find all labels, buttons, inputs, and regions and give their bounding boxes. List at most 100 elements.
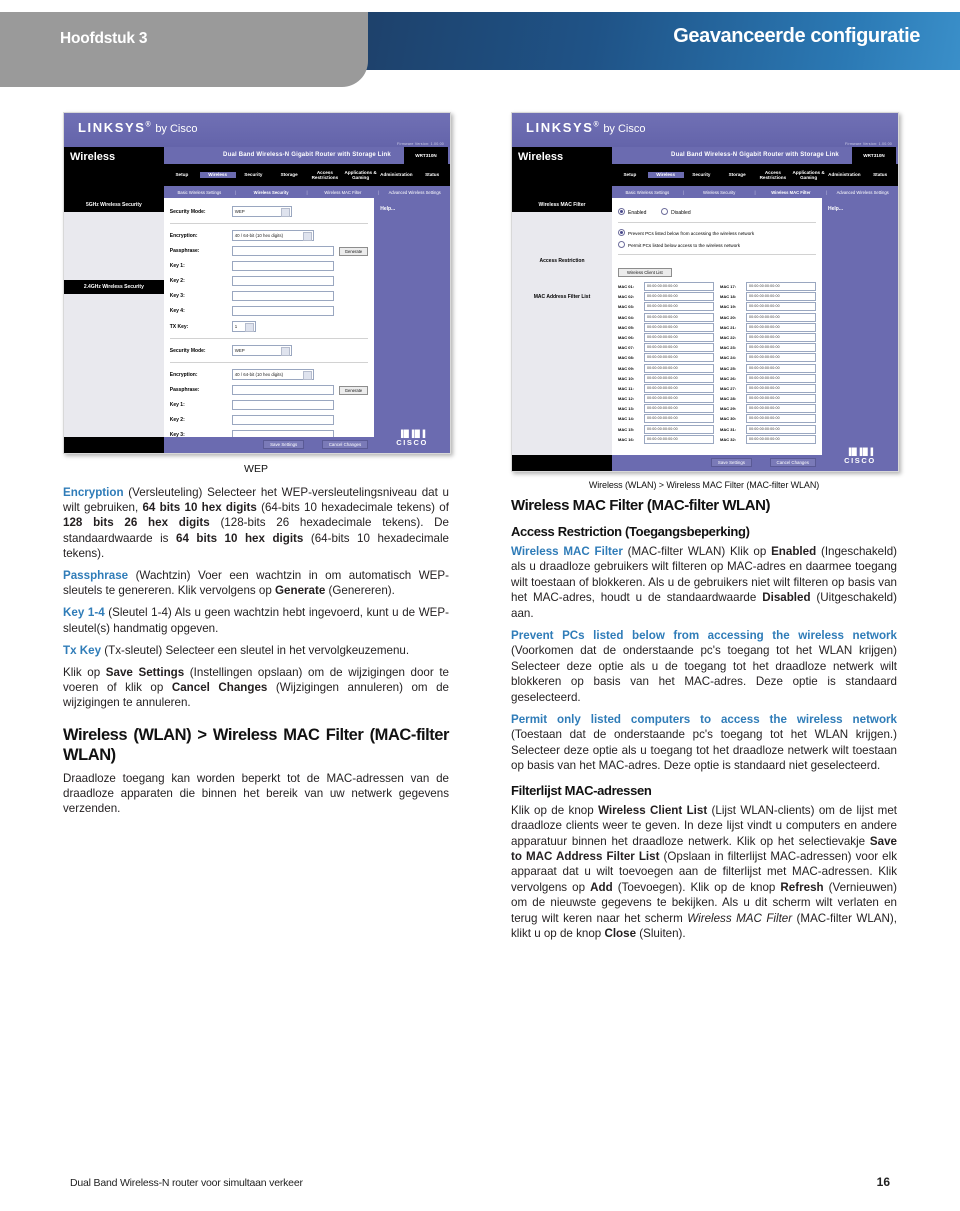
router-tab-access-restrictions-2[interactable]: Access Restrictions bbox=[755, 170, 791, 181]
help-link[interactable]: Help... bbox=[374, 198, 450, 212]
save-settings-button-2[interactable]: Save Settings bbox=[710, 458, 752, 467]
save-settings-button[interactable]: Save Settings bbox=[263, 440, 305, 449]
mac-input[interactable]: 00:00:00:00:00:00 bbox=[746, 373, 816, 383]
mac-input[interactable]: 00:00:00:00:00:00 bbox=[746, 434, 816, 444]
security-mode-select-24g[interactable]: WEP bbox=[231, 345, 292, 356]
mac-address-grid: MAC 01: 00:00:00:00:00:00 MAC 02: 00:00:00… bbox=[618, 282, 816, 445]
router-subtab-basic-wireless[interactable]: Basic Wireless Settings bbox=[164, 190, 235, 195]
router-section-title-2: Wireless bbox=[518, 151, 564, 163]
router-tab-setup-2[interactable]: Setup bbox=[612, 172, 648, 177]
mac-input[interactable]: 00:00:00:00:00:00 bbox=[644, 322, 714, 332]
enable-radio-group[interactable]: Enabled Disabled bbox=[618, 208, 816, 216]
router-tab-wireless-2[interactable]: Wireless bbox=[647, 172, 684, 178]
encryption-select-5g[interactable]: 40 / 64-bit (10 hex digits) bbox=[231, 230, 314, 241]
router-tab-administration[interactable]: Administration bbox=[379, 172, 415, 177]
router-help-panel: Help... ▐█▐█▐ CISCO bbox=[374, 198, 450, 453]
router-subtab-wireless-security[interactable]: Wireless Security bbox=[236, 190, 307, 195]
radio-disabled-icon[interactable] bbox=[661, 208, 669, 215]
key4-input-5g[interactable] bbox=[231, 306, 334, 316]
help-link-2[interactable]: Help... bbox=[822, 198, 898, 212]
router-tabs[interactable]: Setup Wireless Security Storage Access R… bbox=[164, 164, 450, 186]
router-tab-security-2[interactable]: Security bbox=[684, 172, 720, 177]
radio-enabled-icon[interactable] bbox=[618, 208, 625, 215]
mac-input[interactable]: 00:00:00:00:00:00 bbox=[644, 404, 714, 414]
cancel-changes-button-2[interactable]: Cancel Changes bbox=[769, 458, 816, 467]
mac-input[interactable]: 00:00:00:00:00:00 bbox=[644, 292, 714, 302]
key2-input-5g[interactable] bbox=[231, 276, 334, 286]
router-tab-security[interactable]: Security bbox=[236, 172, 272, 177]
radio-prevent-icon[interactable] bbox=[618, 229, 625, 236]
router-tabs-2[interactable]: Setup Wireless Security Storage Access R… bbox=[612, 164, 898, 186]
mac-input[interactable]: 00:00:00:00:00:00 bbox=[746, 414, 816, 424]
router-tab-access-restrictions[interactable]: Access Restrictions bbox=[307, 170, 343, 181]
router-subtab-mac-filter[interactable]: Wireless MAC Filter bbox=[308, 190, 379, 195]
mac-input[interactable]: 00:00:00:00:00:00 bbox=[644, 363, 714, 373]
router-tab-applications-gaming-2[interactable]: Applications & Gaming bbox=[791, 170, 827, 181]
router-tab-storage-2[interactable]: Storage bbox=[719, 172, 755, 177]
router-tab-setup[interactable]: Setup bbox=[164, 172, 200, 177]
mac-input[interactable]: 00:00:00:00:00:00 bbox=[644, 383, 714, 393]
footer-page-number: 16 bbox=[876, 1175, 890, 1189]
cancel-changes-button[interactable]: Cancel Changes bbox=[321, 440, 369, 449]
wireless-client-list-button[interactable]: Wireless Client List bbox=[618, 268, 672, 277]
mac-input[interactable]: 00:00:00:00:00:00 bbox=[746, 353, 816, 363]
mac-input[interactable]: 00:00:00:00:00:00 bbox=[746, 343, 816, 353]
router-tab-applications-gaming[interactable]: Applications & Gaming bbox=[343, 170, 379, 181]
router-subtab-basic-wireless-2[interactable]: Basic Wireless Settings bbox=[612, 190, 683, 195]
router-subtab-advanced-wireless-2[interactable]: Advanced Wireless Settings bbox=[827, 190, 898, 195]
radio-permit-icon[interactable] bbox=[618, 241, 625, 248]
router-tab-storage[interactable]: Storage bbox=[271, 172, 307, 177]
mac-input[interactable]: 00:00:00:00:00:00 bbox=[644, 302, 714, 312]
encryption-select-24g[interactable]: 40 / 64-bit (10 hex digits) bbox=[231, 369, 314, 380]
router-tab-status[interactable]: Status bbox=[414, 172, 450, 177]
router-subtab-mac-filter-2[interactable]: Wireless MAC Filter bbox=[756, 190, 827, 195]
router-tab-wireless[interactable]: Wireless bbox=[199, 172, 236, 178]
mac-row: MAC 20: 00:00:00:00:00:00 bbox=[720, 312, 816, 322]
mac-input[interactable]: 00:00:00:00:00:00 bbox=[746, 363, 816, 373]
filt-t1: (MAC-filter WLAN) Klik op bbox=[622, 545, 772, 558]
key3-input-5g[interactable] bbox=[231, 291, 334, 301]
router-tab-administration-2[interactable]: Administration bbox=[827, 172, 863, 177]
mac-row: MAC 09: 00:00:00:00:00:00 bbox=[618, 363, 714, 373]
mac-input[interactable]: 00:00:00:00:00:00 bbox=[746, 332, 816, 342]
mac-input[interactable]: 00:00:00:00:00:00 bbox=[644, 434, 714, 444]
router-subtab-advanced-wireless[interactable]: Advanced Wireless Settings bbox=[379, 190, 450, 195]
passphrase-input-24g[interactable] bbox=[231, 385, 334, 395]
mac-input[interactable]: 00:00:00:00:00:00 bbox=[644, 414, 714, 424]
generate-button-24g[interactable]: Generate bbox=[338, 385, 369, 395]
mac-input[interactable]: 00:00:00:00:00:00 bbox=[746, 322, 816, 332]
mac-input[interactable]: 00:00:00:00:00:00 bbox=[746, 312, 816, 322]
option-permit-row[interactable]: Permit PCs listed below access to the wi… bbox=[618, 241, 816, 248]
mac-input[interactable]: 00:00:00:00:00:00 bbox=[746, 282, 816, 291]
security-mode-select-5g[interactable]: WEP bbox=[231, 206, 292, 217]
router-subtab-wireless-security-2[interactable]: Wireless Security bbox=[684, 190, 755, 195]
txkey-select-5g[interactable]: 1 bbox=[231, 321, 256, 332]
mac-input[interactable]: 00:00:00:00:00:00 bbox=[644, 312, 714, 322]
mac-input[interactable]: 00:00:00:00:00:00 bbox=[746, 383, 816, 393]
mac-input[interactable]: 00:00:00:00:00:00 bbox=[644, 332, 714, 342]
mac-input[interactable]: 00:00:00:00:00:00 bbox=[644, 343, 714, 353]
generate-button-5g[interactable]: Generate bbox=[338, 246, 369, 256]
mac-input[interactable]: 00:00:00:00:00:00 bbox=[746, 302, 816, 312]
mac-input[interactable]: 00:00:00:00:00:00 bbox=[746, 424, 816, 434]
router-tab-status-2[interactable]: Status bbox=[862, 172, 898, 177]
key2-input-24g[interactable] bbox=[231, 415, 334, 425]
router-subtabs-2[interactable]: Basic Wireless Settings | Wireless Secur… bbox=[612, 186, 898, 198]
mac-input[interactable]: 00:00:00:00:00:00 bbox=[644, 394, 714, 404]
key1-input-5g[interactable] bbox=[231, 261, 334, 271]
mac-input[interactable]: 00:00:00:00:00:00 bbox=[746, 404, 816, 414]
mac-input[interactable]: 00:00:00:00:00:00 bbox=[644, 373, 714, 383]
paragraph-encryption: Encryption (Versleuteling) Selecteer het… bbox=[63, 485, 449, 561]
passphrase-input-5g[interactable] bbox=[231, 246, 334, 256]
mac-label: MAC 04: bbox=[618, 314, 635, 320]
mac-input[interactable]: 00:00:00:00:00:00 bbox=[644, 282, 714, 291]
key1-input-24g[interactable] bbox=[231, 400, 334, 410]
router-subtabs[interactable]: Basic Wireless Settings | Wireless Secur… bbox=[164, 186, 450, 198]
encryption-row-5g: Encryption: 40 / 64-bit (10 hex digits) bbox=[170, 230, 368, 241]
mac-input[interactable]: 00:00:00:00:00:00 bbox=[746, 292, 816, 302]
mac-input[interactable]: 00:00:00:00:00:00 bbox=[644, 353, 714, 363]
mac-input[interactable]: 00:00:00:00:00:00 bbox=[746, 394, 816, 404]
cisco-logo-2: ▐█▐█▐ CISCO bbox=[822, 449, 898, 465]
mac-input[interactable]: 00:00:00:00:00:00 bbox=[644, 424, 714, 434]
option-prevent-row[interactable]: Prevent PCs listed below from accessing … bbox=[618, 229, 816, 236]
